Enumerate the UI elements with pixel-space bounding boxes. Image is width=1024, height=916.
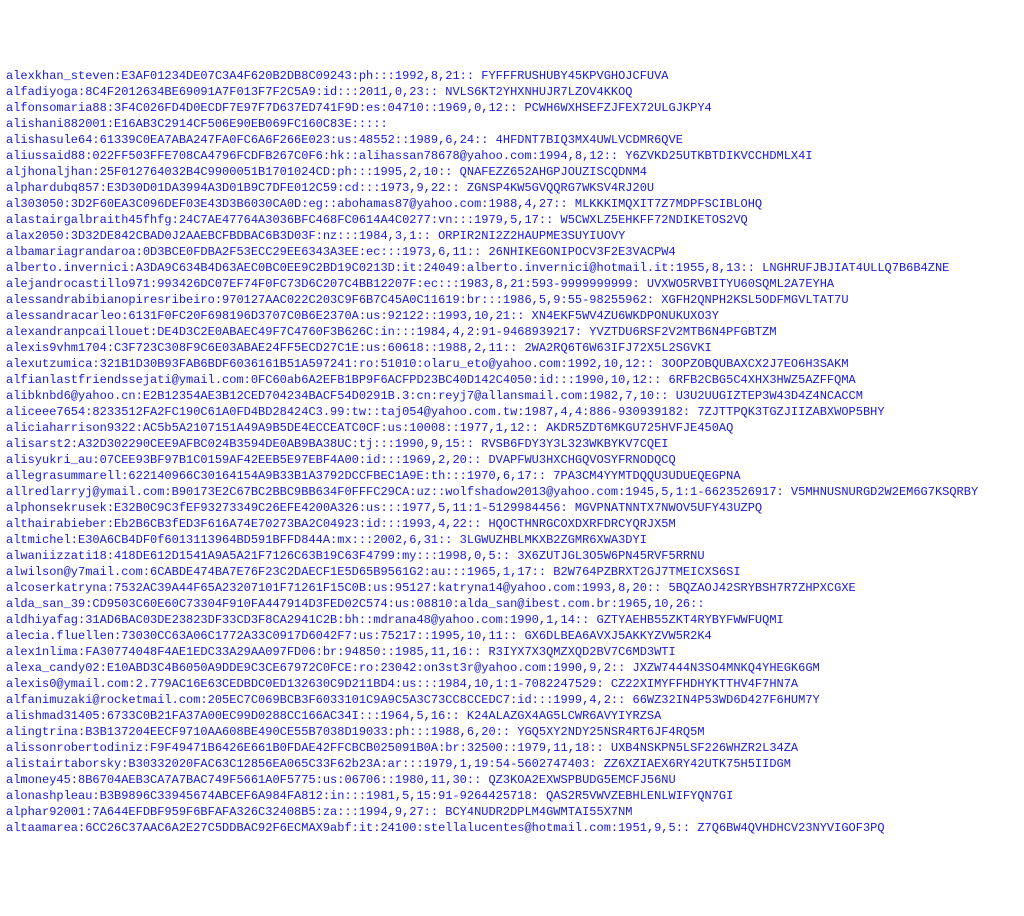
dump-row: aliciaharrison9322:AC5b5A2107151A49A9B5D…: [6, 420, 1018, 436]
dump-row: altaamarea:6CC26C37AAC6A2E27C5DDBAC92F6E…: [6, 820, 1018, 836]
credential-dump-view: alexkhan_steven:E3AF01234DE07C3A4F620B2D…: [6, 68, 1018, 836]
dump-row: alphar92001:7A644EFDBF959F6BFAFA326C3240…: [6, 804, 1018, 820]
dump-row: althairabieber:Eb2B6CB3fED3F616A74E70273…: [6, 516, 1018, 532]
dump-row: aldhiyafag:31AD6BAC03DE23823DF33CD3F8CA2…: [6, 612, 1018, 628]
dump-row: alejandrocastillo971:993426DC07EF74F0FC7…: [6, 276, 1018, 292]
dump-row: albamariagrandaroa:0D3BCE0FDBA2F53ECC29E…: [6, 244, 1018, 260]
dump-row: alishani882001:E16AB3C2914CF506E90EB069F…: [6, 116, 1018, 132]
dump-row: allegrasummarell:622140966C30164154A9B33…: [6, 468, 1018, 484]
dump-row: alfianlastfriendssejati@ymail.com:0FC60a…: [6, 372, 1018, 388]
dump-row: alfanimuzaki@rocketmail.com:205EC7C069BC…: [6, 692, 1018, 708]
dump-row: alwilson@y7mail.com:6CABDE474BA7E76F23C2…: [6, 564, 1018, 580]
dump-row: alistairtaborsky:B30332020FAC63C12856EA0…: [6, 756, 1018, 772]
dump-row: alibknbd6@yahoo.cn:E2B12354AE3B12CED7042…: [6, 388, 1018, 404]
dump-row: alexkhan_steven:E3AF01234DE07C3A4F620B2D…: [6, 68, 1018, 84]
dump-row: aliceee7654:8233512FA2FC190C61A0FD4BD284…: [6, 404, 1018, 420]
dump-row: alberto.invernici:A3DA9C634B4D63AEC0BC0E…: [6, 260, 1018, 276]
dump-row: alexis9vhm1704:C3F723C308F9C6E03ABAE24FF…: [6, 340, 1018, 356]
dump-row: alwaniizzati18:418DE612D1541A9A5A21F7126…: [6, 548, 1018, 564]
dump-row: alphardubq857:E3D30D01DA3994A3D01B9C7DFE…: [6, 180, 1018, 196]
dump-row: alisyukri_au:07CEE93BF97B1C0159AF42EEB5E…: [6, 452, 1018, 468]
dump-row: alissonrobertodiniz:F9F49471B6426E661B0F…: [6, 740, 1018, 756]
dump-row: alexis0@ymail.com:2.779AC16E63CEDBDC0ED1…: [6, 676, 1018, 692]
dump-row: alda_san_39:CD9503C60E60C73304F910FA4479…: [6, 596, 1018, 612]
dump-row: allredlarryj@ymail.com:B90173E2C67BC2BBC…: [6, 484, 1018, 500]
dump-row: aljhonaljhan:25F012764032B4C9900051B1701…: [6, 164, 1018, 180]
dump-row: alonashpleau:B3B9896C33945674ABCEF6A984F…: [6, 788, 1018, 804]
dump-row: alingtrina:B3B137204EECF9710AA608BE490CE…: [6, 724, 1018, 740]
dump-row: alastairgalbraith45fhfg:24C7AE47764A3036…: [6, 212, 1018, 228]
dump-row: alishmad31405:6733C0B21FA37A00EC99D0288C…: [6, 708, 1018, 724]
dump-row: alcoserkatryna:7532AC39A44F65A23207101F7…: [6, 580, 1018, 596]
dump-row: alecia.fluellen:73030CC63A06C1772A33C091…: [6, 628, 1018, 644]
dump-row: alfonsomaria88:3F4C026FD4D0ECDF7E97F7D63…: [6, 100, 1018, 116]
dump-row: alfadiyoga:8C4F2012634BE69091A7F013F7F2C…: [6, 84, 1018, 100]
dump-row: alexandranpcaillouet:DE4D3C2E0ABAEC49F7C…: [6, 324, 1018, 340]
dump-row: alisarst2:A32D302290CEE9AFBC024B3594DE0A…: [6, 436, 1018, 452]
dump-row: altmichel:E30A6CB4DF0f6013113964BD591BFF…: [6, 532, 1018, 548]
dump-row: alessandracarleo:6131F0FC20F698196D3707C…: [6, 308, 1018, 324]
dump-row: alexutzumica:321B1D30B93FAB6BDF6036161B5…: [6, 356, 1018, 372]
dump-row: alishasule64:61339C0EA7ABA247FA0FC6A6F26…: [6, 132, 1018, 148]
dump-row: al303050:3D2F60EA3C096DEF03E43D3B6030CA0…: [6, 196, 1018, 212]
dump-row: alessandrabibianopiresribeiro:970127AAC0…: [6, 292, 1018, 308]
dump-row: alex1nlima:FA30774048F4AE1EDC33A29AA097F…: [6, 644, 1018, 660]
dump-row: aliussaid88:022FF503FFE708CA4796FCDFB267…: [6, 148, 1018, 164]
dump-row: alax2050:3D32DE842CBAD0J2AAEBCFBDBAC6B3D…: [6, 228, 1018, 244]
dump-row: alphonsekrusek:E32B0C9C3fEF93273349C26EF…: [6, 500, 1018, 516]
dump-row: alexa_candy02:E10ABD3C4B6050A9DDE9C3CE67…: [6, 660, 1018, 676]
